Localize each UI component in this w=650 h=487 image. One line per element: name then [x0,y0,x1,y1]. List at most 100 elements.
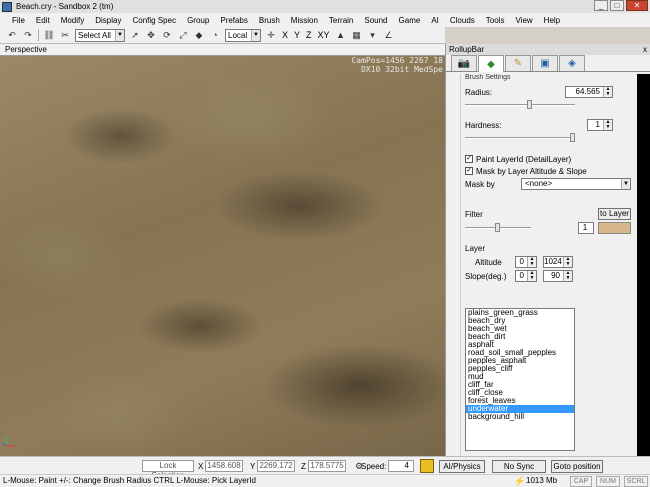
y-coordinate-field[interactable]: 2269.172 [257,460,295,472]
rotate-icon[interactable]: ⟳ [161,29,173,41]
selection-combo[interactable]: Select All ▼ [75,28,125,42]
menu-brush[interactable]: Brush [253,16,285,25]
menu-terrain[interactable]: Terrain [323,16,358,25]
slider-knob[interactable] [527,100,532,109]
viewport-header[interactable]: Perspective [0,44,445,56]
maximize-button[interactable]: □ [610,0,624,11]
filter-color-swatch[interactable] [598,222,631,234]
snap-icon[interactable]: ◔ [209,29,221,41]
spinner-arrows-icon[interactable]: ▲ ▼ [527,257,536,267]
checkbox-checked-icon[interactable]: ✓ [465,155,473,163]
slope-row: Slope(deg.) 0 ▲ ▼ 90 ▲ ▼ [461,269,633,283]
ai-physics-button[interactable]: AI/Physics [439,460,485,473]
to-layer-button[interactable]: to Layer [598,208,631,220]
spinner-arrows-icon[interactable]: ▲ ▼ [563,257,572,267]
mask-by-combo[interactable]: <none> ▼ [521,178,631,190]
perspective-viewport[interactable]: CamPos=1456 2267 18 DX10 32bit MedSpe [0,56,445,456]
status-bar: L-Mouse: Paint +/-: Change Brush Radius … [0,474,650,487]
grid-settings-icon[interactable]: ▾ [367,29,379,41]
menu-modify[interactable]: Modify [55,16,90,25]
menu-group[interactable]: Group [181,16,214,25]
terrain-follow-icon[interactable]: ▲ [335,29,347,41]
angle-snap-icon[interactable]: ∠ [383,29,395,41]
undo-icon[interactable]: ↶ [6,29,18,41]
menu-tools[interactable]: Tools [480,16,510,25]
menu-ai[interactable]: AI [425,16,444,25]
spinner-arrows-icon[interactable]: ▲ ▼ [603,87,612,97]
tab-display-icon[interactable]: ▣ [532,55,558,71]
goto-position-button[interactable]: Goto position [551,460,603,473]
x-coordinate-field[interactable]: 1458.608 [205,460,243,472]
slope-max-input[interactable]: 90 ▲ ▼ [543,270,573,282]
slider-knob[interactable] [495,223,500,232]
axis-xy-button[interactable]: XY [318,30,330,40]
axis-z-button[interactable]: Z [306,30,312,40]
z-label: Z [301,462,306,471]
menu-sound[interactable]: Sound [358,16,392,25]
menu-help[interactable]: Help [538,16,565,25]
spinner-arrows-icon[interactable]: ▲ ▼ [603,120,612,130]
close-button[interactable]: ✕ [626,0,648,11]
slope-min-input[interactable]: 0 ▲ ▼ [515,270,537,282]
radius-slider[interactable] [465,100,575,110]
axis-constrain-icon[interactable]: ✛ [265,29,277,41]
menu-clouds[interactable]: Clouds [444,16,480,25]
mask-altitude-row[interactable]: ✓ Mask by Layer Altitude & Slope [461,165,633,177]
altitude-min-input[interactable]: 0 ▲ ▼ [515,256,537,268]
minimize-button[interactable]: _ [594,0,608,11]
axis-gizmo-icon [2,436,15,447]
filter-row: Filter to Layer [461,207,633,221]
no-sync-player-button[interactable]: No Sync Player [492,460,546,482]
mask-by-value: <none> [525,179,553,188]
paint-layer-id-row[interactable]: ✓ Paint LayerId (DetailLayer) [461,153,633,165]
list-item[interactable]: background_hill [466,413,574,421]
altitude-max-input[interactable]: 1024 ▲ ▼ [543,256,573,268]
z-coordinate-field[interactable]: 178.5775 [308,460,346,472]
tab-brush-icon[interactable]: ✎ [505,55,531,71]
tab-objects-icon[interactable]: 📷 [451,55,477,71]
menu-display[interactable]: Display [89,16,126,25]
menu-prefabs[interactable]: Prefabs [214,16,253,25]
axis-y-button[interactable]: Y [294,30,300,40]
tab-layers-icon[interactable]: ◈ [559,55,585,71]
link-icon[interactable]: ⛓ [43,29,55,41]
menu-file[interactable]: File [6,16,30,25]
axis-x-button[interactable]: X [282,30,288,40]
menu-view[interactable]: View [509,16,537,25]
menu-edit[interactable]: Edit [30,16,55,25]
spinner-arrows-icon[interactable]: ▲ ▼ [527,271,536,281]
filter-label: Filter [465,209,483,219]
filter-spin[interactable]: 1 [578,222,594,234]
select-arrow-icon[interactable]: ➚ [129,29,141,41]
coord-system-value: Local [228,30,248,40]
terrain-collision-icon[interactable] [420,459,434,473]
tab-terrain-icon[interactable]: ◆ [478,55,504,72]
menu-game[interactable]: Game [393,16,426,25]
rollup-title-bar[interactable]: RollupBar x [446,44,650,55]
checkbox-checked-icon[interactable]: ✓ [465,167,473,175]
layer-list[interactable]: plains_green_grass beach_dry beach_wet b… [465,308,575,451]
spinner-arrows-icon[interactable]: ▲ ▼ [563,271,572,281]
radius-input[interactable]: 64.565 ▲ ▼ [565,86,613,98]
unlink-icon[interactable]: ✂ [59,29,71,41]
scrollbar-thumb[interactable] [637,74,650,184]
move-icon[interactable]: ✥ [145,29,157,41]
menu-mission[interactable]: Mission [285,16,323,25]
redo-icon[interactable]: ↷ [22,29,34,41]
filter-slider[interactable] [465,223,531,233]
lock-selection-button[interactable]: Lock Selection [142,460,194,480]
rollup-scrollbar[interactable] [637,74,650,456]
num-indicator: NUM [596,476,620,487]
hardness-input[interactable]: 1 ▲ ▼ [587,119,613,131]
rollup-close-icon[interactable]: x [643,44,647,55]
altitude-min-value: 0 [519,257,524,266]
hardness-slider[interactable] [465,133,575,143]
scale-icon[interactable]: ⤢ [177,29,189,41]
speed-field[interactable]: 4 [388,460,414,472]
slider-knob[interactable] [570,133,575,142]
menu-config-spec[interactable]: Config Spec [126,16,181,25]
title-bar: Beach.cry - Sandbox 2 (tm) _ □ ✕ [0,0,650,13]
terrain-select-icon[interactable]: ◆ [193,29,205,41]
grid-icon[interactable]: ▦ [351,29,363,41]
coord-system-combo[interactable]: Local ▼ [225,28,261,42]
